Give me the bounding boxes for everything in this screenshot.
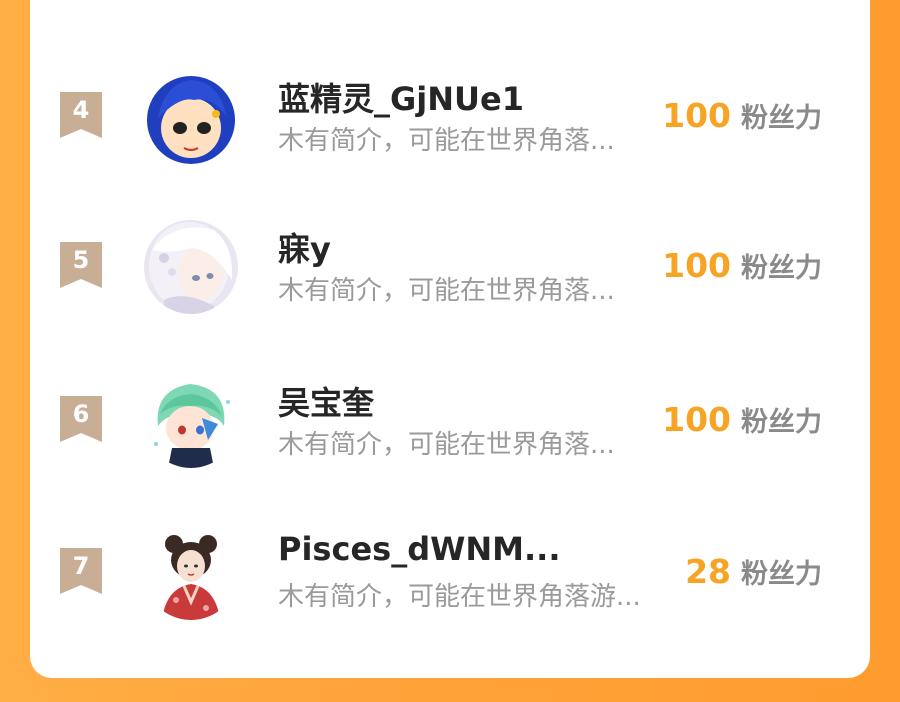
rank-number: 7 bbox=[72, 552, 90, 580]
kimono-girl-avatar-icon[interactable] bbox=[144, 526, 238, 620]
blue-hair-cartoon-avatar-icon[interactable] bbox=[144, 70, 238, 164]
green-hair-chibi-avatar-icon[interactable] bbox=[144, 374, 238, 468]
fans-score-value: 100 bbox=[662, 400, 731, 439]
fans-score-unit: 粉丝力 bbox=[741, 407, 822, 438]
fans-score: 100 粉丝力 bbox=[662, 400, 822, 439]
ranking-row-5[interactable]: 5 寐y 木有简介，可能在世界角落... 100 粉丝力 bbox=[30, 220, 870, 350]
fans-score-unit: 粉丝力 bbox=[741, 253, 822, 284]
rank-number: 6 bbox=[72, 400, 90, 428]
rank-number: 5 bbox=[72, 246, 90, 274]
user-bio: 木有简介，可能在世界角落... bbox=[278, 276, 615, 306]
fans-score-unit: 粉丝力 bbox=[741, 103, 822, 134]
rank-badge: 6 bbox=[60, 396, 102, 442]
fans-score: 100 粉丝力 bbox=[662, 96, 822, 135]
rank-badge: 4 bbox=[60, 92, 102, 138]
user-name[interactable]: Pisces_dWNM... bbox=[278, 530, 560, 568]
ranking-row-4[interactable]: 4 蓝精灵_GjNUe1 木有简介，可能在世界角落... 100 粉丝力 bbox=[30, 70, 870, 200]
user-name[interactable]: 吴宝奎 bbox=[278, 378, 374, 424]
user-bio: 木有简介，可能在世界角落游... bbox=[278, 582, 641, 612]
rank-badge: 7 bbox=[60, 548, 102, 594]
user-bio: 木有简介，可能在世界角落... bbox=[278, 126, 615, 156]
fans-score-value: 100 bbox=[662, 246, 731, 285]
fans-score-value: 100 bbox=[662, 96, 731, 135]
fans-score-value: 28 bbox=[685, 552, 731, 591]
user-bio: 木有简介，可能在世界角落... bbox=[278, 430, 615, 460]
ranking-row-7[interactable]: 7 Pisces_dWNM... 木有简介，可能在世界角落游... 28 粉丝力 bbox=[30, 526, 870, 656]
fans-score: 28 粉丝力 bbox=[685, 552, 822, 591]
ranking-row-6[interactable]: 6 吴宝奎 木有简介，可能在世界角落... 100 粉丝力 bbox=[30, 374, 870, 504]
rank-number: 4 bbox=[72, 96, 90, 124]
rank-badge: 5 bbox=[60, 242, 102, 288]
white-hair-anime-avatar-icon[interactable] bbox=[144, 220, 238, 314]
user-name[interactable]: 寐y bbox=[278, 224, 331, 270]
fans-score-unit: 粉丝力 bbox=[741, 559, 822, 590]
fans-score: 100 粉丝力 bbox=[662, 246, 822, 285]
user-name[interactable]: 蓝精灵_GjNUe1 bbox=[278, 74, 524, 120]
